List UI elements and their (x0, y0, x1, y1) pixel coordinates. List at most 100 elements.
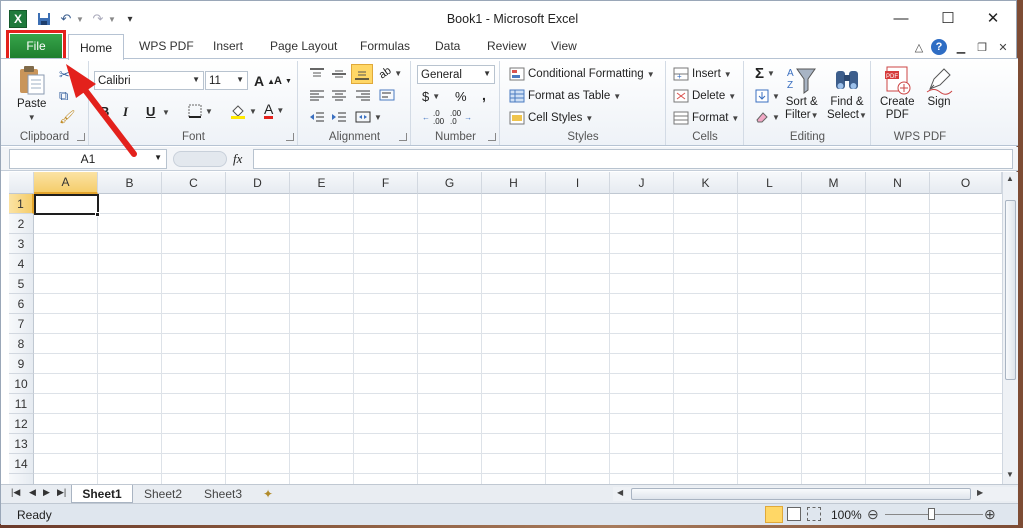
vertical-scrollbar[interactable]: ▲ ▼ (1002, 172, 1018, 484)
last-sheet-icon[interactable]: ▶| (57, 487, 66, 498)
paste-button[interactable]: Paste ▼ (17, 65, 46, 122)
borders-button[interactable]: ▼ (188, 104, 213, 118)
row-header-5[interactable]: 5 (9, 274, 34, 294)
column-header-m[interactable]: M (802, 172, 866, 194)
sheet-tab-sheet2[interactable]: Sheet2 (135, 485, 191, 503)
row-header-6[interactable]: 6 (9, 294, 34, 314)
row-header-4[interactable]: 4 (9, 254, 34, 274)
close-button[interactable]: ✕ (973, 5, 1013, 31)
column-header-i[interactable]: I (546, 172, 610, 194)
column-header-o[interactable]: O (930, 172, 1002, 194)
row-header-7[interactable]: 7 (9, 314, 34, 334)
row-header-3[interactable]: 3 (9, 234, 34, 254)
align-bottom-icon[interactable] (351, 64, 373, 84)
scroll-left-icon[interactable]: ◀ (617, 488, 623, 497)
conditional-formatting-button[interactable]: Conditional Formatting ▼ (509, 67, 655, 81)
zoom-level[interactable]: 100% (831, 508, 862, 522)
merge-center-icon[interactable]: ▼ (355, 111, 382, 123)
format-painter-icon[interactable]: 🖌 (59, 109, 76, 125)
row-header-11[interactable]: 11 (9, 394, 34, 414)
currency-button[interactable]: $ ▼ (422, 89, 440, 104)
row-header-10[interactable]: 10 (9, 374, 34, 394)
delete-cells-button[interactable]: Delete ▼ (673, 89, 736, 103)
active-cell-a1[interactable] (34, 194, 99, 215)
tab-file[interactable]: File (6, 30, 66, 62)
increase-indent-icon[interactable] (331, 111, 347, 123)
decrease-decimal-button[interactable]: .00 .0 → (450, 110, 472, 126)
tab-insert[interactable]: Insert (213, 39, 243, 53)
row-header-12[interactable]: 12 (9, 414, 34, 434)
sheet-tab-sheet3[interactable]: Sheet3 (195, 485, 251, 503)
insert-cells-button[interactable]: + Insert ▼ (673, 67, 732, 81)
column-header-j[interactable]: J (610, 172, 674, 194)
name-box[interactable]: A1 ▼ (9, 149, 167, 169)
column-header-g[interactable]: G (418, 172, 482, 194)
page-break-view-icon[interactable] (807, 507, 821, 521)
row-header-1[interactable]: 1 (9, 194, 34, 214)
tab-home[interactable]: Home (68, 34, 124, 60)
cell-styles-button[interactable]: Cell Styles ▼ (509, 111, 593, 125)
tab-wps-pdf[interactable]: WPS PDF (139, 39, 194, 53)
scroll-right-icon[interactable]: ▶ (977, 488, 983, 497)
horizontal-scroll-thumb[interactable] (631, 488, 971, 500)
sort-filter-button[interactable]: AZ Sort & Filter▼ (785, 65, 818, 121)
tab-data[interactable]: Data (435, 39, 460, 53)
select-all-corner[interactable] (9, 172, 34, 194)
scroll-down-icon[interactable]: ▼ (1006, 470, 1014, 479)
zoom-in-icon[interactable]: ⊕ (984, 506, 996, 523)
doc-restore-icon[interactable]: ❐ (974, 39, 990, 55)
row-header-15[interactable] (9, 474, 34, 484)
row-header-13[interactable]: 13 (9, 434, 34, 454)
align-right-icon[interactable] (355, 89, 371, 101)
doc-minimize-icon[interactable]: ▁ (953, 39, 969, 55)
align-middle-icon[interactable] (331, 67, 347, 81)
column-header-l[interactable]: L (738, 172, 802, 194)
fill-button[interactable]: ▼ (755, 89, 780, 103)
insert-function-button[interactable]: fx (233, 151, 242, 167)
column-header-h[interactable]: H (482, 172, 546, 194)
column-header-n[interactable]: N (866, 172, 930, 194)
vertical-scroll-thumb[interactable] (1005, 200, 1016, 380)
italic-button[interactable]: I (123, 104, 128, 120)
column-header-k[interactable]: K (674, 172, 738, 194)
formula-input[interactable] (253, 149, 1013, 169)
underline-dropdown-icon[interactable]: ▼ (162, 108, 170, 117)
percent-button[interactable]: % (455, 89, 467, 104)
align-center-icon[interactable] (331, 89, 347, 101)
column-header-a[interactable]: A (34, 172, 98, 194)
clear-button[interactable]: ▼ (755, 111, 780, 123)
column-header-f[interactable]: F (354, 172, 418, 194)
comma-button[interactable]: , (482, 87, 486, 103)
tab-view[interactable]: View (551, 39, 577, 53)
row-header-9[interactable]: 9 (9, 354, 34, 374)
fill-handle[interactable] (95, 212, 100, 217)
shrink-font-button[interactable]: A ▼ (274, 75, 292, 87)
first-sheet-icon[interactable]: |◀ (11, 487, 20, 498)
font-launcher[interactable] (286, 133, 294, 141)
scroll-up-icon[interactable]: ▲ (1006, 174, 1014, 183)
worksheet-grid[interactable]: A B C D E F G H I J K L M N O 1 2 3 4 5 … (1, 172, 1002, 484)
bold-button[interactable]: B (100, 104, 109, 119)
underline-button[interactable]: U (146, 104, 155, 119)
row-header-8[interactable]: 8 (9, 334, 34, 354)
grow-font-button[interactable]: A ▲ (254, 73, 275, 89)
align-left-icon[interactable] (309, 89, 325, 101)
tab-formulas[interactable]: Formulas (360, 39, 410, 53)
autosum-button[interactable]: Σ ▼ (755, 65, 775, 82)
fill-color-button[interactable]: ▼ (230, 103, 257, 119)
create-pdf-button[interactable]: PDF Create PDF (880, 65, 915, 121)
format-cells-button[interactable]: Format ▼ (673, 111, 739, 125)
column-header-e[interactable]: E (290, 172, 354, 194)
horizontal-scrollbar[interactable]: ◀ ▶ (613, 487, 1017, 501)
zoom-slider-thumb[interactable] (928, 508, 935, 520)
sheet-tab-sheet1[interactable]: Sheet1 (71, 485, 133, 503)
font-color-button[interactable]: A ▼ (264, 102, 284, 119)
decrease-indent-icon[interactable] (309, 111, 325, 123)
row-header-2[interactable]: 2 (9, 214, 34, 234)
font-size-select[interactable]: 11 ▼ (205, 71, 248, 90)
number-launcher[interactable] (488, 133, 496, 141)
font-name-select[interactable]: Calibri ▼ (94, 71, 204, 90)
next-sheet-icon[interactable]: ▶ (43, 487, 50, 498)
orientation-icon[interactable]: ab ▼ (377, 65, 403, 82)
doc-close-icon[interactable]: ✕ (995, 39, 1011, 55)
